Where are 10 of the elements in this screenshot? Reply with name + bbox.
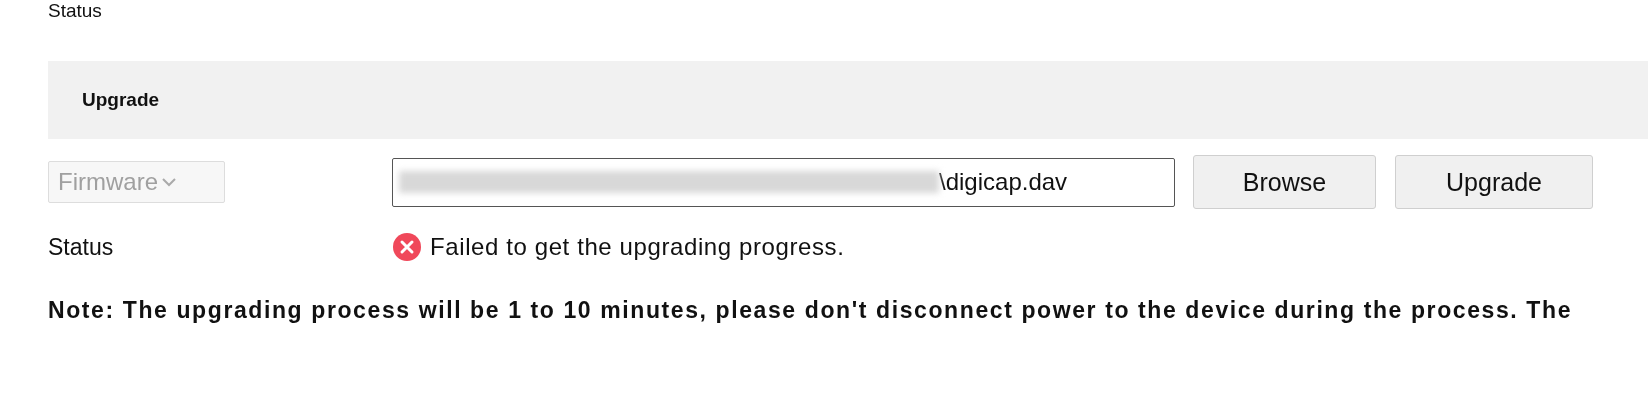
file-path-field[interactable]: \digicap.dav xyxy=(392,157,1175,207)
upgrade-button[interactable]: Upgrade xyxy=(1395,155,1593,209)
file-path-text: \digicap.dav xyxy=(939,168,1068,196)
status-label: Status xyxy=(48,0,103,22)
chevron-down-icon xyxy=(162,177,176,187)
status-message: Failed to get the upgrading progress. xyxy=(430,233,845,261)
browse-button[interactable]: Browse xyxy=(1193,155,1376,209)
status-label: Status xyxy=(48,233,115,261)
upgrade-note: Note: The upgrading process will be 1 to 10 minutes, please don't disconnect power to the device during the process. The xyxy=(48,297,1574,324)
section-title: Upgrade xyxy=(82,89,160,111)
